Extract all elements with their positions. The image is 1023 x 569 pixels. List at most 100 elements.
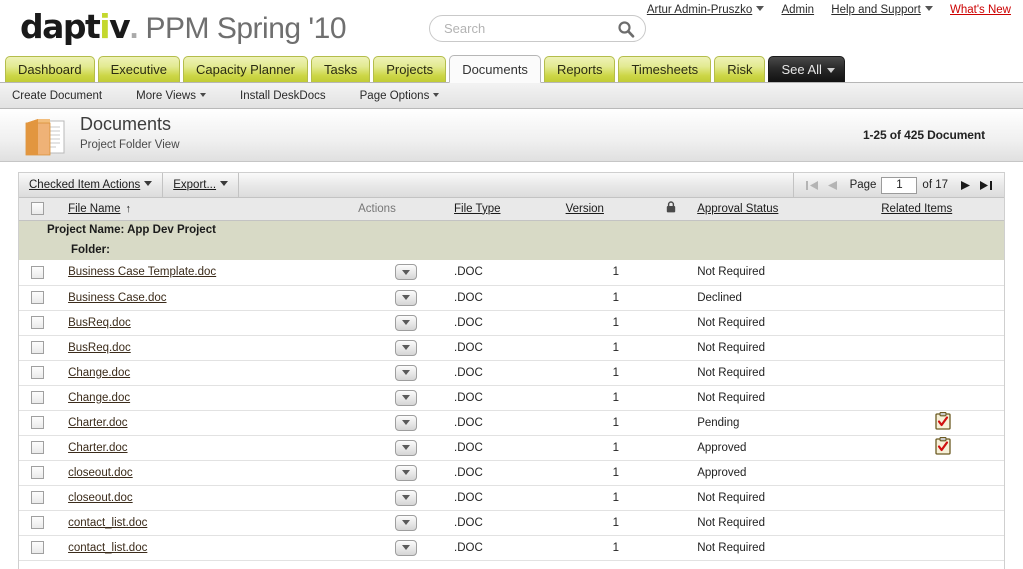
search-icon[interactable]: [617, 20, 635, 38]
next-page-icon[interactable]: [960, 180, 971, 191]
file-name-link[interactable]: contact_list.doc: [68, 517, 147, 529]
file-name-link[interactable]: Business Case.doc: [68, 292, 166, 304]
row-checkbox[interactable]: [31, 366, 44, 379]
page-total-label: of 17: [922, 179, 948, 191]
file-name-link[interactable]: Change.doc: [68, 367, 130, 379]
user-link-account[interactable]: Artur Admin-Pruszko: [647, 4, 752, 16]
chevron-down-icon[interactable]: [756, 6, 765, 11]
tab-timesheets[interactable]: Timesheets: [618, 56, 712, 82]
subnav-create-document[interactable]: Create Document: [12, 90, 102, 102]
header-related-items-label[interactable]: Related Items: [881, 203, 952, 215]
chevron-down-icon: [402, 395, 411, 400]
row-actions-dropdown-button[interactable]: [395, 364, 418, 381]
row-checkbox-cell[interactable]: [19, 485, 69, 511]
row-checkbox-cell[interactable]: [19, 310, 69, 336]
file-name-link[interactable]: closeout.doc: [68, 492, 133, 504]
checked-item-actions-button[interactable]: Checked Item Actions: [19, 173, 164, 197]
tab-reports[interactable]: Reports: [543, 56, 616, 82]
row-checkbox[interactable]: [31, 291, 44, 304]
file-name-link[interactable]: Charter.doc: [68, 417, 127, 429]
approval-clipboard-icon[interactable]: [934, 437, 951, 458]
tab-documents[interactable]: Documents: [449, 55, 541, 83]
row-actions-dropdown-button[interactable]: [395, 514, 418, 531]
search-input[interactable]: [442, 19, 612, 38]
page-number-input[interactable]: [881, 176, 918, 194]
row-actions-dropdown-button[interactable]: [395, 289, 418, 306]
row-checkbox[interactable]: [31, 491, 44, 504]
header-file-name-label[interactable]: File Name: [68, 203, 120, 215]
chevron-down-icon: [402, 320, 411, 325]
row-actions-dropdown-button[interactable]: [395, 339, 418, 356]
row-actions-dropdown-button[interactable]: [395, 264, 418, 281]
folder-documents-icon: [25, 119, 65, 156]
user-link-help[interactable]: Help and Support: [831, 4, 921, 16]
row-checkbox-cell[interactable]: [19, 335, 69, 361]
row-checkbox-cell[interactable]: [19, 510, 69, 536]
row-checkbox[interactable]: [31, 541, 44, 554]
header-file-name[interactable]: File Name ↑: [68, 198, 359, 221]
row-actions-dropdown-button[interactable]: [395, 414, 418, 431]
subnav-page-options-label: Page Options: [359, 89, 430, 102]
header-related-items[interactable]: Related Items: [881, 198, 1004, 221]
row-checkbox-cell[interactable]: [19, 410, 69, 436]
header-file-type-label[interactable]: File Type: [454, 203, 500, 215]
last-page-icon[interactable]: [979, 180, 992, 191]
tab-executive[interactable]: Executive: [97, 56, 180, 82]
subnav-more-views[interactable]: More Views: [136, 90, 206, 102]
file-name-link[interactable]: Change.doc: [68, 392, 130, 404]
header-file-type[interactable]: File Type: [454, 198, 566, 221]
file-name-link[interactable]: BusReq.doc: [68, 342, 131, 354]
header-approval-status[interactable]: Approval Status: [697, 198, 882, 221]
row-checkbox-cell[interactable]: [19, 435, 69, 461]
export-button[interactable]: Export...: [163, 173, 240, 197]
row-checkbox[interactable]: [31, 466, 44, 479]
file-name-link[interactable]: Business Case Template.doc: [68, 266, 216, 278]
row-checkbox-cell[interactable]: [19, 535, 69, 561]
chevron-down-icon[interactable]: [924, 6, 933, 11]
first-page-icon[interactable]: [805, 180, 819, 191]
subnav-install-deskdocs[interactable]: Install DeskDocs: [240, 90, 326, 102]
header-select-all[interactable]: [19, 198, 69, 221]
row-actions-dropdown-button[interactable]: [395, 314, 418, 331]
row-checkbox[interactable]: [31, 441, 44, 454]
row-checkbox-cell[interactable]: [19, 360, 69, 386]
file-name-link[interactable]: contact_list.doc: [68, 542, 147, 554]
row-actions-dropdown-button[interactable]: [395, 464, 418, 481]
row-checkbox-cell[interactable]: [19, 385, 69, 411]
row-checkbox[interactable]: [31, 265, 44, 279]
row-actions-dropdown-button[interactable]: [395, 539, 418, 556]
row-checkbox-cell[interactable]: [19, 260, 69, 286]
row-actions-dropdown-button[interactable]: [395, 389, 418, 406]
file-name-link[interactable]: BusReq.doc: [68, 317, 131, 329]
approval-clipboard-icon[interactable]: [934, 412, 951, 433]
row-checkbox-cell[interactable]: [19, 285, 69, 311]
file-name-link[interactable]: Charter.doc: [68, 442, 127, 454]
user-link-admin[interactable]: Admin: [781, 4, 814, 16]
row-actions-dropdown-button[interactable]: [395, 489, 418, 506]
file-name-link[interactable]: closeout.doc: [68, 467, 133, 479]
tab-see-all[interactable]: See All: [768, 56, 845, 82]
tab-projects[interactable]: Projects: [373, 56, 447, 82]
select-all-checkbox[interactable]: [31, 202, 44, 216]
tab-dashboard[interactable]: Dashboard: [5, 56, 95, 82]
header-approval-status-label[interactable]: Approval Status: [697, 203, 778, 215]
header-version-label[interactable]: Version: [566, 203, 604, 215]
row-checkbox[interactable]: [31, 391, 44, 404]
prev-page-icon[interactable]: [827, 180, 838, 191]
tab-capacity-planner[interactable]: Capacity Planner: [182, 56, 308, 82]
row-approval-status-cell: Approved: [697, 435, 882, 461]
subnav-page-options[interactable]: Page Options: [360, 90, 440, 102]
row-actions-dropdown-button[interactable]: [395, 439, 418, 456]
row-checkbox-cell[interactable]: [19, 460, 69, 486]
tab-tasks[interactable]: Tasks: [310, 56, 371, 82]
row-checkbox[interactable]: [31, 316, 44, 329]
row-checkbox[interactable]: [31, 516, 44, 529]
row-checkbox[interactable]: [31, 341, 44, 354]
header-version[interactable]: Version: [565, 198, 666, 221]
user-link-whats-new[interactable]: What's New: [950, 4, 1011, 16]
tab-risk[interactable]: Risk: [714, 56, 766, 82]
search-box[interactable]: [429, 15, 646, 42]
header-lock: [665, 198, 698, 221]
brand-logo[interactable]: daptiv. PPM Spring '10: [20, 8, 347, 49]
row-checkbox[interactable]: [31, 416, 44, 429]
